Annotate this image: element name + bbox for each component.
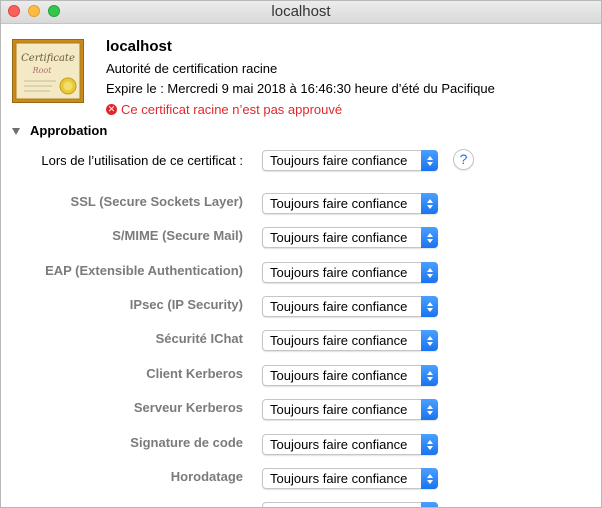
popup-arrows-icon — [421, 434, 438, 455]
trust-policy-popup[interactable]: Toujours faire confiance — [262, 399, 438, 420]
trust-policy-value: Toujours faire confiance — [270, 196, 408, 211]
when-using-label: Lors de l’utilisation de ce certificat : — [41, 153, 243, 168]
popup-arrows-icon — [421, 502, 438, 507]
trust-policy-popup[interactable]: Toujours faire confiance — [262, 330, 438, 351]
certificate-name: localhost — [106, 38, 172, 55]
error-icon: ✕ — [106, 104, 117, 115]
trust-policy-popup[interactable]: Toujours faire confiance — [262, 262, 438, 283]
trust-policy-label: Signature de code — [130, 435, 243, 450]
certificate-expiration: Expire le : Mercredi 9 mai 2018 à 16:46:… — [106, 81, 495, 96]
trust-policy-value: Toujours faire confiance — [270, 402, 408, 417]
popup-arrows-icon — [421, 150, 438, 171]
trust-policy-value: Toujours faire confiance — [270, 333, 408, 348]
popup-arrows-icon — [421, 227, 438, 248]
popup-arrows-icon — [421, 262, 438, 283]
trust-policy-label: Horodatage — [170, 469, 243, 484]
trust-policy-label: EAP (Extensible Authentication) — [45, 263, 243, 278]
trust-policy-popup[interactable]: Toujours faire confiance — [262, 468, 438, 489]
popup-arrows-icon — [421, 330, 438, 351]
trust-policy-popup[interactable]: Toujours faire confiance — [262, 296, 438, 317]
trust-policy-popup[interactable]: Toujours faire confiance — [262, 365, 438, 386]
popup-arrows-icon — [421, 296, 438, 317]
title-bar: localhost — [1, 1, 601, 24]
trust-policy-value: Toujours faire confiance — [270, 265, 408, 280]
untrusted-warning: ✕ Ce certificat racine n’est pas approuv… — [106, 102, 342, 117]
trust-policy-label: Sécurité IChat — [155, 331, 243, 346]
popup-arrows-icon — [421, 365, 438, 386]
certificate-icon-subtitle: Root — [32, 66, 53, 75]
untrusted-warning-text: Ce certificat racine n’est pas approuvé — [121, 102, 343, 117]
popup-arrows-icon — [421, 468, 438, 489]
window-title: localhost — [271, 3, 331, 20]
trust-policy-popup-partial[interactable] — [262, 502, 438, 507]
certificate-icon-title: Certificate — [21, 53, 75, 64]
trust-policy-label: Serveur Kerberos — [133, 400, 243, 415]
when-using-value: Toujours faire confiance — [270, 153, 408, 168]
help-button[interactable]: ? — [453, 149, 474, 170]
trust-policy-popup[interactable]: Toujours faire confiance — [262, 227, 438, 248]
trust-policy-label: S/MIME (Secure Mail) — [112, 228, 243, 243]
popup-arrows-icon — [421, 399, 438, 420]
trust-policy-value: Toujours faire confiance — [270, 471, 408, 486]
when-using-popup[interactable]: Toujours faire confiance — [262, 150, 438, 171]
trust-section-toggle[interactable]: Approbation — [12, 123, 107, 138]
trust-policy-label: IPsec (IP Security) — [129, 297, 243, 312]
trust-policy-value: Toujours faire confiance — [270, 299, 408, 314]
trust-policy-popup[interactable]: Toujours faire confiance — [262, 434, 438, 455]
popup-arrows-icon — [421, 193, 438, 214]
trust-section-label: Approbation — [30, 123, 108, 138]
disclosure-triangle-icon — [12, 127, 20, 135]
trust-policy-label: SSL (Secure Sockets Layer) — [70, 194, 243, 209]
trust-policy-label: Client Kerberos — [146, 366, 243, 381]
certificate-icon: Certificate Root — [12, 39, 84, 103]
certificate-window: localhost Certificate Root localhost Aut… — [0, 0, 602, 508]
certificate-type: Autorité de certification racine — [106, 61, 278, 76]
trust-policy-value: Toujours faire confiance — [270, 368, 408, 383]
trust-policy-value: Toujours faire confiance — [270, 230, 408, 245]
trust-policy-value: Toujours faire confiance — [270, 437, 408, 452]
trust-policy-popup[interactable]: Toujours faire confiance — [262, 193, 438, 214]
